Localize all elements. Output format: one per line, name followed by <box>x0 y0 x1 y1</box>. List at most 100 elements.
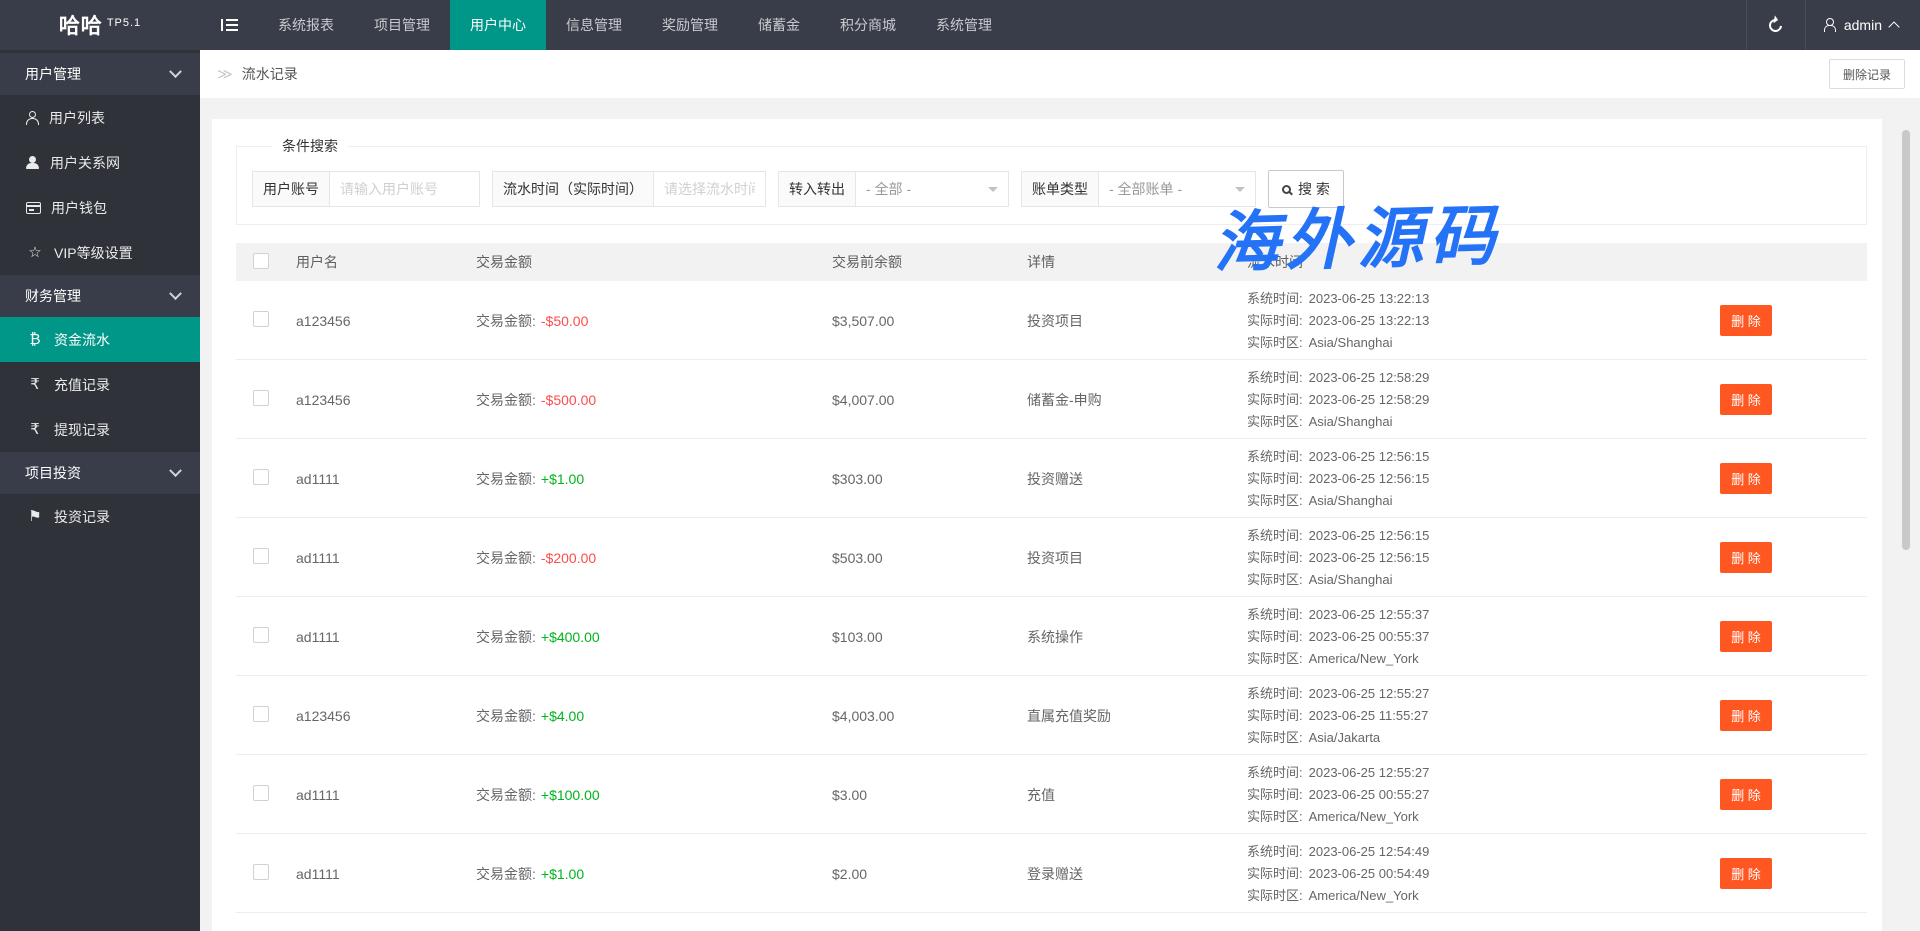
row-checkbox[interactable] <box>253 785 269 801</box>
nav-item[interactable]: 项目管理 <box>354 0 450 50</box>
row-checkbox[interactable] <box>253 548 269 564</box>
row-checkbox[interactable] <box>253 469 269 485</box>
bill-type-select[interactable]: - 全部账单 - <box>1099 171 1256 207</box>
sidebar-item-label: 充值记录 <box>54 375 110 395</box>
rupee-icon: ₹ <box>26 377 44 392</box>
cell-amount: 交易金额:-$500.00 <box>476 390 832 410</box>
sidebar-item[interactable]: ⚑ 投资记录 <box>0 494 200 539</box>
row-checkbox[interactable] <box>253 864 269 880</box>
sidebar-item-label: 提现记录 <box>54 420 110 440</box>
star-icon: ☆ <box>26 245 44 260</box>
table-row: 系统时间:2023-06-25 12:54:45 删 除 <box>236 913 1867 931</box>
delete-row-button[interactable]: 删 除 <box>1720 858 1772 889</box>
cell-username: ad1111 <box>281 550 476 566</box>
cell-flow-time: 系统时间:2023-06-25 12:56:15实际时间:2023-06-25 … <box>1247 439 1687 518</box>
cell-flow-time: 系统时间:2023-06-25 12:54:49实际时间:2023-06-25 … <box>1247 834 1687 913</box>
sidebar-item[interactable]: ₹ 提现记录 <box>0 407 200 452</box>
app-logo[interactable]: 哈哈TP5.1 <box>0 0 200 50</box>
table-row: a123456 交易金额:+$4.00 $4,003.00 直属充值奖励 系统时… <box>236 676 1867 755</box>
cell-flow-time: 系统时间:2023-06-25 12:56:15实际时间:2023-06-25 … <box>1247 518 1687 597</box>
cell-flow-time: 系统时间:2023-06-25 12:55:27实际时间:2023-06-25 … <box>1247 755 1687 834</box>
nav-item[interactable]: 信息管理 <box>546 0 642 50</box>
scrollbar-thumb[interactable] <box>1902 130 1910 550</box>
sidebar-item[interactable]: ₿ 资金流水 <box>0 317 200 362</box>
chevron-down-icon <box>169 287 182 300</box>
sidebar-section-title: 财务管理 <box>25 286 171 306</box>
time-line: 实际时区:Asia/Shanghai <box>1247 332 1687 354</box>
account-field-label: 用户账号 <box>252 171 330 207</box>
delete-row-button[interactable]: 删 除 <box>1720 384 1772 415</box>
time-line: 系统时间:2023-06-25 12:55:27 <box>1247 683 1687 705</box>
time-line: 实际时区:America/New_York <box>1247 885 1687 907</box>
app-logo-badge: TP5.1 <box>107 17 141 29</box>
time-line: 系统时间:2023-06-25 13:22:13 <box>1247 288 1687 310</box>
cell-flow-time: 系统时间:2023-06-25 13:22:13实际时间:2023-06-25 … <box>1247 281 1687 360</box>
row-checkbox[interactable] <box>253 706 269 722</box>
header-detail: 详情 <box>1027 252 1247 272</box>
flag-icon: ⚑ <box>26 509 44 524</box>
breadcrumb-bar: 流水记录 删除记录 <box>200 50 1920 98</box>
cell-username: a123456 <box>281 313 476 329</box>
sidebar-item[interactable]: 用户钱包 <box>0 185 200 230</box>
sidebar-item[interactable]: 用户关系网 <box>0 140 200 185</box>
time-line: 系统时间:2023-06-25 12:56:15 <box>1247 525 1687 547</box>
row-checkbox[interactable] <box>253 390 269 406</box>
nav-right: admin <box>1746 0 1920 50</box>
direction-select[interactable]: - 全部 - <box>856 171 1009 207</box>
cell-username: ad1111 <box>281 787 476 803</box>
cell-balance: $503.00 <box>832 550 1027 566</box>
cell-username: ad1111 <box>281 866 476 882</box>
time-line: 实际时间:2023-06-25 00:55:37 <box>1247 626 1687 648</box>
cell-detail: 储蓄金-申购 <box>1027 390 1247 410</box>
sidebar-item-label: 用户列表 <box>49 108 105 128</box>
sidebar-item[interactable]: 用户列表 <box>0 95 200 140</box>
delete-row-button[interactable]: 删 除 <box>1720 621 1772 652</box>
cell-detail: 投资项目 <box>1027 548 1247 568</box>
cell-detail: 系统操作 <box>1027 627 1247 647</box>
cell-balance: $4,003.00 <box>832 708 1027 724</box>
row-checkbox[interactable] <box>253 627 269 643</box>
time-line: 实际时区:Asia/Shanghai <box>1247 569 1687 591</box>
select-all-checkbox[interactable] <box>253 253 269 269</box>
search-button[interactable]: 搜 索 <box>1268 170 1344 208</box>
time-line: 实际时区:Asia/Jakarta <box>1247 727 1687 749</box>
sidebar-item[interactable]: ₹ 充值记录 <box>0 362 200 407</box>
time-line: 实际时区:America/New_York <box>1247 648 1687 670</box>
sidebar-section-header[interactable]: 项目投资 <box>0 452 200 494</box>
refresh-icon <box>1767 16 1785 34</box>
delete-row-button[interactable]: 删 除 <box>1720 542 1772 573</box>
sidebar-item[interactable]: ☆ VIP等级设置 <box>0 230 200 275</box>
nav-item[interactable]: 系统管理 <box>916 0 1012 50</box>
rupee-icon: ₹ <box>26 422 44 437</box>
cell-detail: 投资项目 <box>1027 311 1247 331</box>
nav-item[interactable]: 积分商城 <box>820 0 916 50</box>
sidebar-toggle-button[interactable] <box>200 0 258 50</box>
header-username: 用户名 <box>281 252 476 272</box>
cell-amount: 交易金额:-$200.00 <box>476 548 832 568</box>
table-row: ad1111 交易金额:+$100.00 $3.00 充值 系统时间:2023-… <box>236 755 1867 834</box>
sidebar-section-header[interactable]: 财务管理 <box>0 275 200 317</box>
row-checkbox[interactable] <box>253 311 269 327</box>
nav-item[interactable]: 奖励管理 <box>642 0 738 50</box>
cell-detail: 登录赠送 <box>1027 864 1247 884</box>
delete-row-button[interactable]: 删 除 <box>1720 305 1772 336</box>
nav-item[interactable]: 系统报表 <box>258 0 354 50</box>
nav-item[interactable]: 用户中心 <box>450 0 546 50</box>
delete-row-button[interactable]: 删 除 <box>1720 779 1772 810</box>
account-input[interactable] <box>330 171 480 207</box>
users-icon <box>26 156 40 169</box>
sidebar-section-header[interactable]: 用户管理 <box>0 53 200 95</box>
username: admin <box>1844 17 1882 33</box>
cell-detail: 直属充值奖励 <box>1027 706 1247 726</box>
flow-time-input[interactable] <box>654 171 766 207</box>
breadcrumb: 流水记录 <box>242 64 298 84</box>
nav-item[interactable]: 储蓄金 <box>738 0 820 50</box>
delete-row-button[interactable]: 删 除 <box>1720 700 1772 731</box>
refresh-button[interactable] <box>1747 0 1805 50</box>
delete-records-button[interactable]: 删除记录 <box>1829 59 1905 89</box>
delete-row-button[interactable]: 删 除 <box>1720 463 1772 494</box>
table-row: ad1111 交易金额:+$400.00 $103.00 系统操作 系统时间:2… <box>236 597 1867 676</box>
time-line: 系统时间:2023-06-25 12:54:49 <box>1247 841 1687 863</box>
bill-type-field-group: 账单类型 - 全部账单 - <box>1021 171 1256 207</box>
user-menu[interactable]: admin <box>1806 0 1920 50</box>
